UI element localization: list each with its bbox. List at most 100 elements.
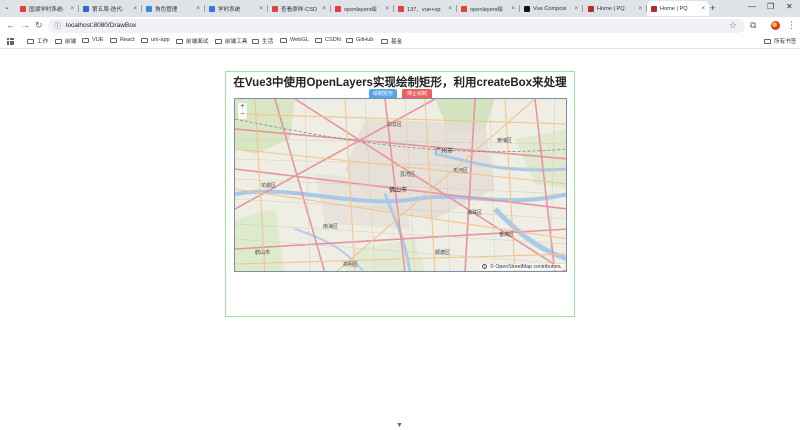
- folder-icon: [110, 37, 117, 43]
- bookmark-folder[interactable]: React: [110, 37, 135, 43]
- close-tab-icon[interactable]: ×: [574, 6, 578, 12]
- zoom-control: + −: [238, 103, 247, 119]
- close-tab-icon[interactable]: ×: [701, 6, 705, 12]
- folder-icon: [315, 37, 322, 43]
- tab-strip: ⌄ 国湖学时系统- × 第五周-迭代- × 角色管理 × 学时系统 × 查看原样-CSD × ope…: [0, 0, 800, 17]
- bookmark-label: 前端: [65, 39, 77, 45]
- browser-tab[interactable]: openlayers绘 ×: [331, 1, 393, 16]
- folder-icon: [381, 38, 388, 44]
- bookmark-label: CSDN: [325, 37, 341, 43]
- browser-tab[interactable]: openlayers绘 ×: [457, 1, 519, 16]
- map-label-foshan: 佛山市: [389, 188, 408, 194]
- bookmark-label: 生活: [262, 39, 274, 45]
- forward-button[interactable]: →: [21, 20, 30, 30]
- browser-tab[interactable]: 国湖学时系统- ×: [16, 1, 78, 16]
- bookmark-label: WebGL: [290, 37, 309, 43]
- tab-title: Home | PQ: [660, 5, 688, 12]
- reload-button[interactable]: ↻: [35, 20, 43, 31]
- bookmark-label: React: [120, 37, 135, 43]
- map-label-liwan: 荔湾区: [400, 172, 416, 178]
- close-tab-icon[interactable]: ×: [385, 6, 389, 12]
- map-view[interactable]: 白云区 黄埔区 广州市 天河区 荔湾区 佛山市 海珠区 南海区 番禺区 顺德区 …: [234, 98, 567, 272]
- bookmark-folder[interactable]: 前端工具: [215, 37, 247, 45]
- folder-icon: [141, 37, 148, 43]
- close-tab-icon[interactable]: ×: [133, 6, 137, 12]
- bookmark-folder[interactable]: 前端面试: [176, 37, 208, 45]
- zoom-out-button[interactable]: −: [238, 111, 247, 119]
- bookmark-star-icon[interactable]: ☆: [729, 20, 737, 31]
- site-info-icon[interactable]: ⓘ: [54, 21, 61, 31]
- address-bar[interactable]: ⓘ localhost:8080/DrawBox ☆: [48, 19, 745, 33]
- maximize-button[interactable]: ❐: [767, 2, 774, 11]
- browser-tab[interactable]: 查看原样-CSD ×: [268, 1, 330, 16]
- tab-favicon-icon: [83, 5, 89, 12]
- map-label-baiyun: 白云区: [387, 122, 403, 128]
- folder-icon: [215, 38, 222, 44]
- bookmark-folder[interactable]: 工作: [27, 37, 48, 45]
- tab-search-icon[interactable]: ⌄: [4, 3, 10, 11]
- browser-tab[interactable]: 137、vue+op ×: [394, 1, 456, 16]
- map-label-guangzhou: 广州市: [435, 149, 454, 155]
- apps-grid-icon[interactable]: [7, 38, 14, 45]
- all-bookmarks-label: 所有书签: [774, 39, 797, 45]
- close-tab-icon[interactable]: ×: [259, 6, 263, 12]
- map-label-nanhai: 南海区: [323, 224, 339, 230]
- bookmark-folder[interactable]: CSDN: [315, 37, 341, 43]
- close-tab-icon[interactable]: ×: [511, 6, 515, 12]
- url-text[interactable]: localhost:8080/DrawBox: [66, 22, 136, 29]
- tab-title: 第五周-迭代-: [92, 6, 124, 13]
- bookmark-folder[interactable]: GitHub: [346, 37, 373, 43]
- all-bookmarks-folder[interactable]: 所有书签: [764, 37, 796, 45]
- browser-tab[interactable]: 第五周-迭代- ×: [79, 1, 141, 16]
- attribution-copyright: ©: [490, 264, 494, 270]
- folder-icon: [27, 38, 34, 44]
- bookmark-folder[interactable]: WebGL: [280, 37, 309, 43]
- zoom-in-button[interactable]: +: [238, 103, 247, 111]
- minimize-button[interactable]: —: [748, 2, 756, 11]
- bookmark-label: GitHub: [356, 37, 374, 43]
- folder-icon: [176, 38, 183, 44]
- close-tab-icon[interactable]: ×: [638, 6, 642, 12]
- tab-favicon-icon: [20, 5, 26, 12]
- tab-favicon-icon: [651, 5, 657, 12]
- menu-icon[interactable]: ⋮: [787, 20, 796, 31]
- bookmark-folder[interactable]: 生活: [252, 37, 273, 45]
- attribution-info-icon[interactable]: i: [481, 264, 487, 269]
- bookmark-folder[interactable]: uni-app: [141, 37, 170, 43]
- bookmark-folder[interactable]: VUE: [82, 37, 104, 43]
- map-label-tianhe: 天河区: [453, 168, 469, 174]
- browser-tab[interactable]: 角色管理 ×: [142, 1, 204, 16]
- scroll-down-icon[interactable]: ▼: [396, 422, 403, 429]
- browser-tab[interactable]: Home | PQ ×: [647, 1, 709, 16]
- map-attribution: i © OpenStreetMap contributors.: [479, 264, 564, 270]
- browser-toolbar: ← → ↻ ⓘ localhost:8080/DrawBox ☆ ⧉ ⋮: [0, 17, 800, 35]
- folder-icon: [252, 38, 259, 44]
- bookmark-label: 前端面试: [186, 39, 209, 45]
- browser-tab[interactable]: Vue Composi ×: [520, 1, 582, 16]
- close-window-button[interactable]: ✕: [786, 2, 793, 11]
- close-tab-icon[interactable]: ×: [448, 6, 452, 12]
- new-tab-button[interactable]: +: [710, 3, 715, 13]
- bookmark-folder[interactable]: 基金: [381, 37, 402, 45]
- tab-title: Home | PQ: [597, 5, 625, 12]
- close-tab-icon[interactable]: ×: [70, 6, 74, 12]
- bookmark-folder[interactable]: 前端: [55, 37, 76, 45]
- bookmark-label: 前端工具: [225, 39, 248, 45]
- bookmark-label: 基金: [391, 39, 403, 45]
- folder-icon: [764, 38, 771, 44]
- bookmark-label: VUE: [92, 37, 104, 43]
- browser-tab[interactable]: Home | PQ ×: [584, 1, 646, 16]
- profile-avatar[interactable]: [771, 21, 780, 30]
- extensions-icon[interactable]: ⧉: [750, 20, 756, 31]
- tab-favicon-icon: [524, 5, 530, 12]
- tab-title: Vue Composi: [533, 5, 567, 12]
- attribution-link[interactable]: OpenStreetMap contributors.: [495, 264, 562, 270]
- bookmark-label: 工作: [37, 39, 49, 45]
- map-label-shunde: 顺德区: [435, 250, 451, 256]
- close-tab-icon[interactable]: ×: [196, 6, 200, 12]
- close-tab-icon[interactable]: ×: [322, 6, 326, 12]
- tab-favicon-icon: [398, 5, 404, 12]
- browser-tab[interactable]: 学时系统 ×: [205, 1, 267, 16]
- back-button[interactable]: ←: [6, 20, 15, 30]
- folder-icon: [55, 38, 62, 44]
